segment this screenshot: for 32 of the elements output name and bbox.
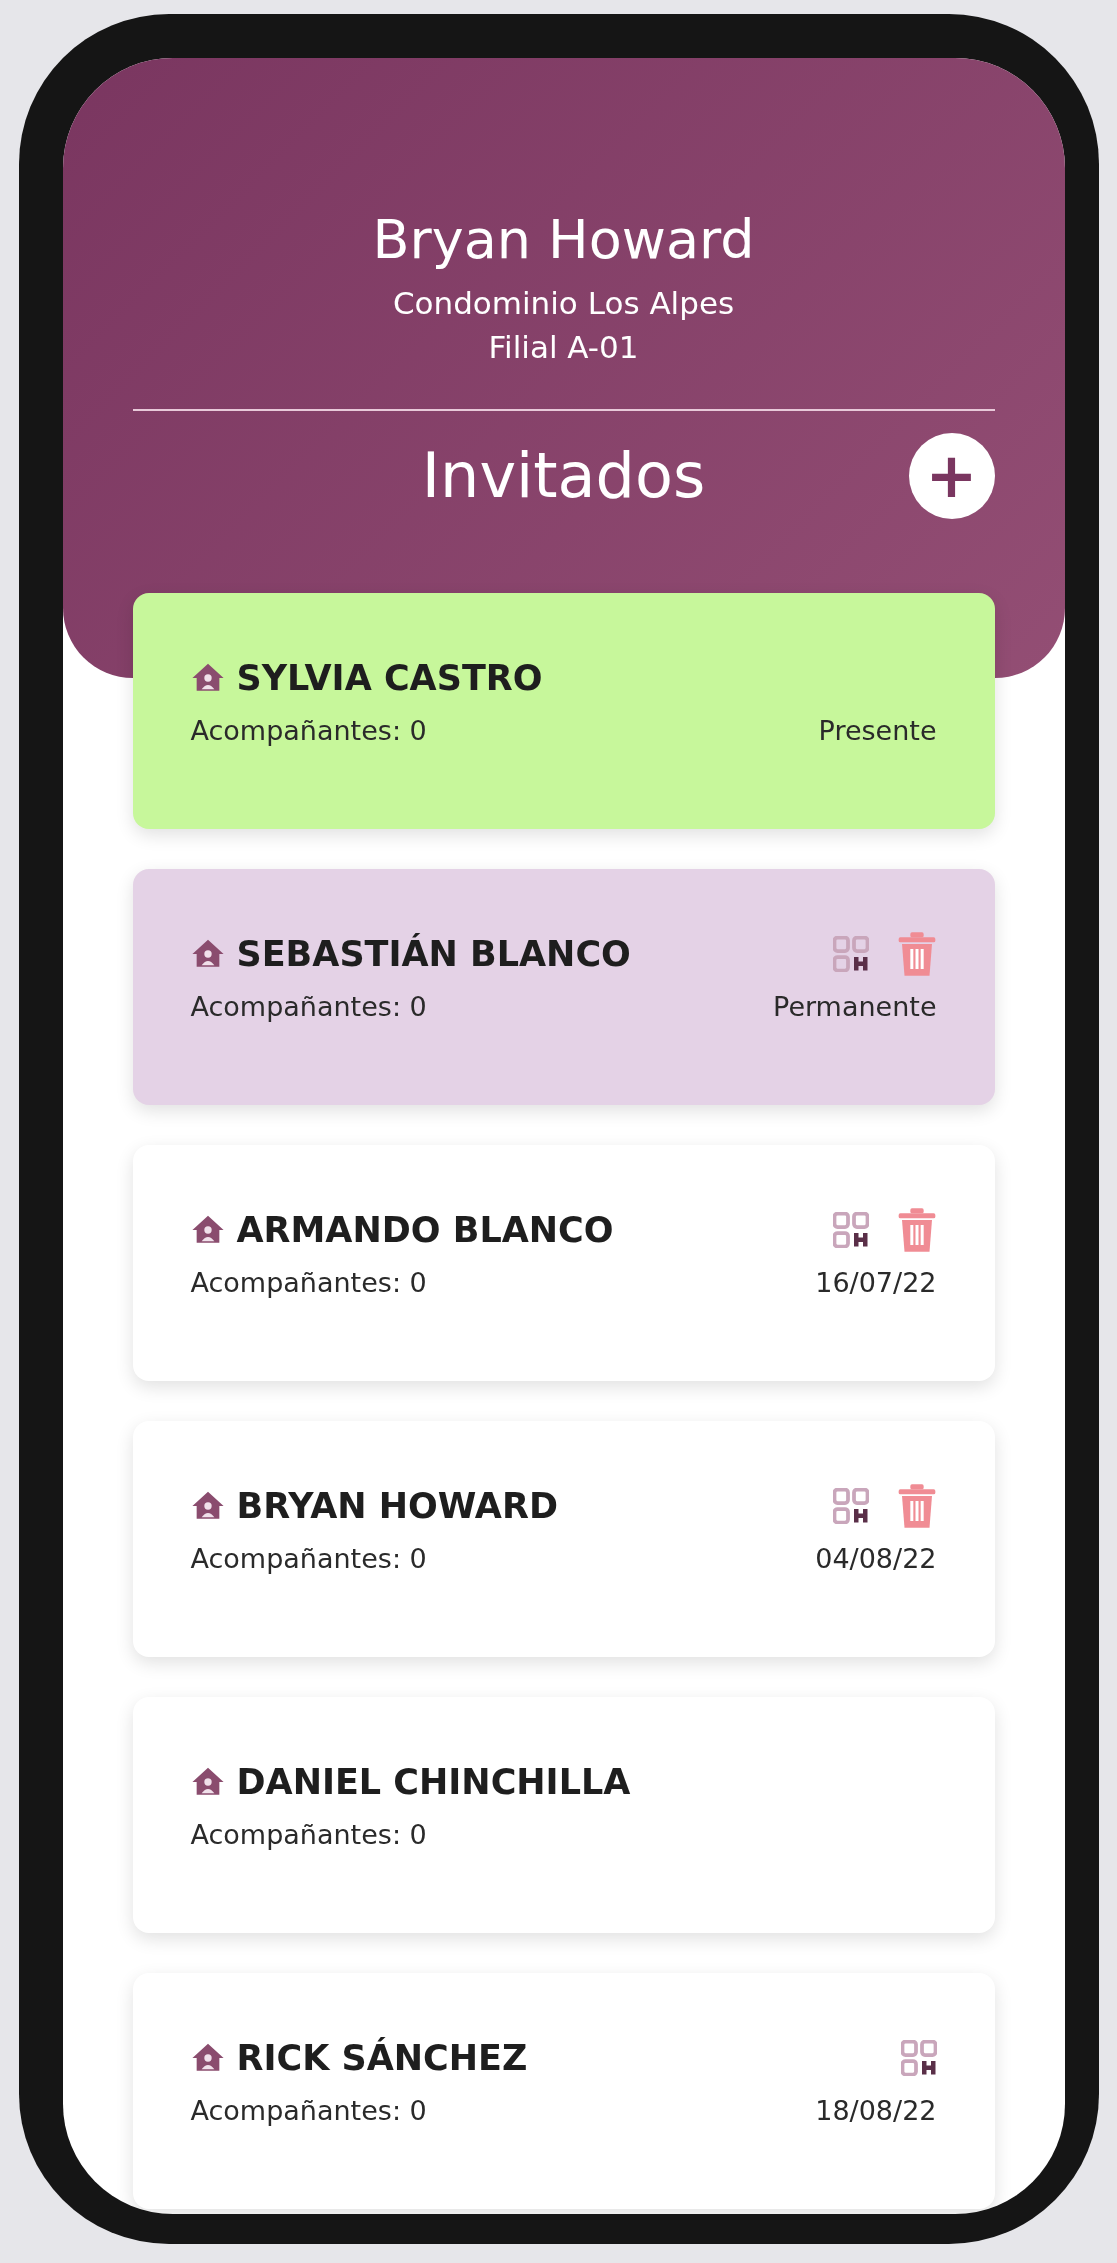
qr-code-icon[interactable] — [832, 1488, 869, 1524]
guest-name: BRYAN HOWARD — [236, 1486, 559, 1526]
condominium-name: Condominio Los Alpes — [392, 285, 735, 321]
qr-code-icon[interactable] — [832, 936, 869, 972]
guest-card[interactable]: SEBASTIÁN BLANCO Acompañantes: 0 Permanente — [132, 869, 995, 1105]
companions-count: Acompañantes: 0 — [190, 715, 427, 746]
companions-count: Acompañantes: 0 — [190, 2095, 427, 2126]
guest-status: 16/07/22 — [815, 1267, 937, 1298]
guest-card[interactable]: DANIEL CHINCHILLA Acompañantes: 0 — [132, 1697, 995, 1933]
companions-count: Acompañantes: 0 — [190, 991, 427, 1022]
profile-name: Bryan Howard — [372, 208, 755, 271]
guest-card[interactable]: BRYAN HOWARD Acompañantes: 0 04/08/22 — [132, 1421, 995, 1657]
guest-name: SYLVIA CASTRO — [236, 658, 544, 698]
guest-status: 04/08/22 — [815, 1543, 937, 1574]
qr-code-icon[interactable] — [900, 2040, 937, 2076]
guest-card[interactable]: ARMANDO BLANCO Acompañantes: 0 16/07/22 — [132, 1145, 995, 1381]
guest-status: 18/08/22 — [815, 2095, 937, 2126]
guest-card[interactable]: SYLVIA CASTRO Acompañantes: 0 Presente — [132, 593, 995, 829]
guest-card[interactable]: RICK SÁNCHEZ Acompañantes: 0 18/08/22 — [132, 1973, 995, 2209]
guest-status: Presente — [818, 715, 937, 746]
guest-status: Permanente — [773, 991, 937, 1022]
companions-count: Acompañantes: 0 — [190, 1819, 427, 1850]
section-title: Invitados — [421, 439, 706, 512]
guest-name: SEBASTIÁN BLANCO — [236, 934, 632, 974]
companions-count: Acompañantes: 0 — [190, 1543, 427, 1574]
unit-label: Filial A-01 — [488, 329, 639, 365]
add-button[interactable]: + — [908, 432, 995, 519]
guest-name: DANIEL CHINCHILLA — [236, 1762, 632, 1802]
guest-name: RICK SÁNCHEZ — [236, 2038, 529, 2078]
guest-name: ARMANDO BLANCO — [236, 1210, 615, 1250]
companions-count: Acompañantes: 0 — [190, 1267, 427, 1298]
qr-code-icon[interactable] — [832, 1212, 869, 1248]
